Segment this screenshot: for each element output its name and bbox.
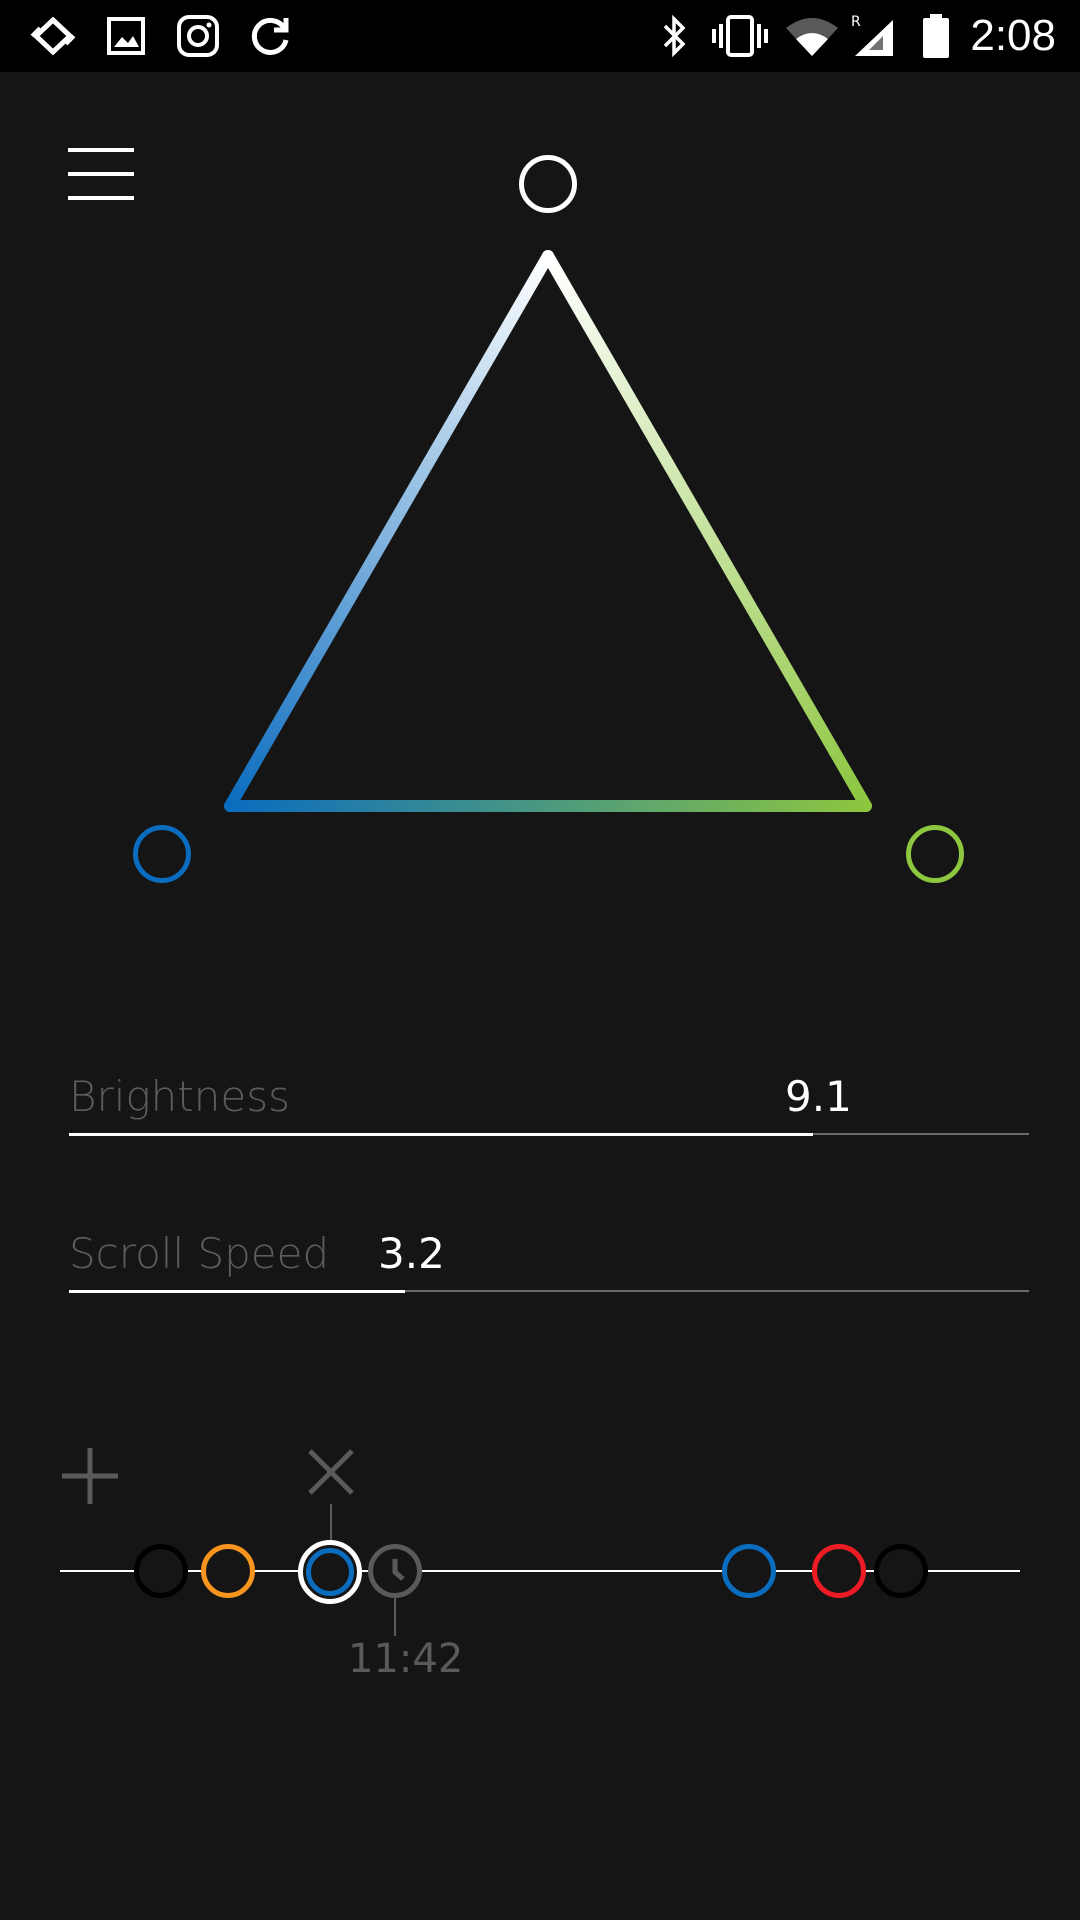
brightness-label: Brightness (69, 1072, 290, 1121)
vertex-blue[interactable] (133, 825, 191, 883)
sync-arrows-icon (28, 0, 78, 72)
wifi-icon (782, 0, 842, 72)
timeline-node-red[interactable] (812, 1544, 866, 1598)
time-connector (394, 1598, 396, 1636)
refresh-icon (246, 0, 294, 72)
scroll-speed-fill (69, 1290, 405, 1293)
image-icon (104, 0, 148, 72)
vertex-green[interactable] (906, 825, 964, 883)
scroll-speed-value: 3.2 (378, 1229, 445, 1278)
delete-connector (330, 1504, 332, 1542)
triangle-edge-right (542, 250, 872, 812)
app-screen: R 2:08 Brightness 9.1 Scroll Speed 3.2 1… (0, 0, 1080, 1920)
selected-time-label: 11:42 (348, 1636, 464, 1682)
menu-line (68, 148, 134, 152)
color-triangle (224, 250, 872, 812)
clock-icon (392, 1559, 405, 1581)
instagram-icon (174, 0, 222, 72)
vibrate-icon (710, 0, 770, 72)
plus-icon (62, 1448, 118, 1504)
selected-node-inner (306, 1548, 354, 1596)
roaming-indicator: R (851, 14, 861, 30)
timeline-node-black-end[interactable] (874, 1544, 928, 1598)
triangle-edge-left (224, 250, 554, 812)
timeline-node-orange[interactable] (201, 1544, 255, 1598)
bluetooth-icon (660, 0, 690, 72)
brightness-slider[interactable]: Brightness 9.1 (69, 1045, 1029, 1136)
close-icon (308, 1449, 354, 1495)
menu-line (68, 172, 134, 176)
delete-keyframe-button[interactable] (306, 1447, 356, 1497)
menu-line (68, 196, 134, 200)
scroll-speed-slider[interactable]: Scroll Speed 3.2 (69, 1202, 1029, 1293)
menu-button[interactable] (68, 148, 136, 202)
cellular-roaming-icon: R (848, 0, 898, 72)
scroll-speed-label: Scroll Speed (69, 1229, 330, 1278)
vertex-white[interactable] (519, 155, 577, 213)
status-time: 2:08 (970, 11, 1056, 60)
timeline-node-blue[interactable] (722, 1544, 776, 1598)
brightness-fill (69, 1133, 813, 1136)
brightness-value: 9.1 (785, 1072, 852, 1121)
battery-icon (918, 0, 954, 72)
add-keyframe-button[interactable] (58, 1444, 122, 1508)
timeline-node-black[interactable] (134, 1544, 188, 1598)
status-bar: R 2:08 (0, 0, 1080, 72)
timeline-node-blue-selected[interactable] (298, 1540, 362, 1604)
timeline-clock-node[interactable] (368, 1544, 422, 1598)
